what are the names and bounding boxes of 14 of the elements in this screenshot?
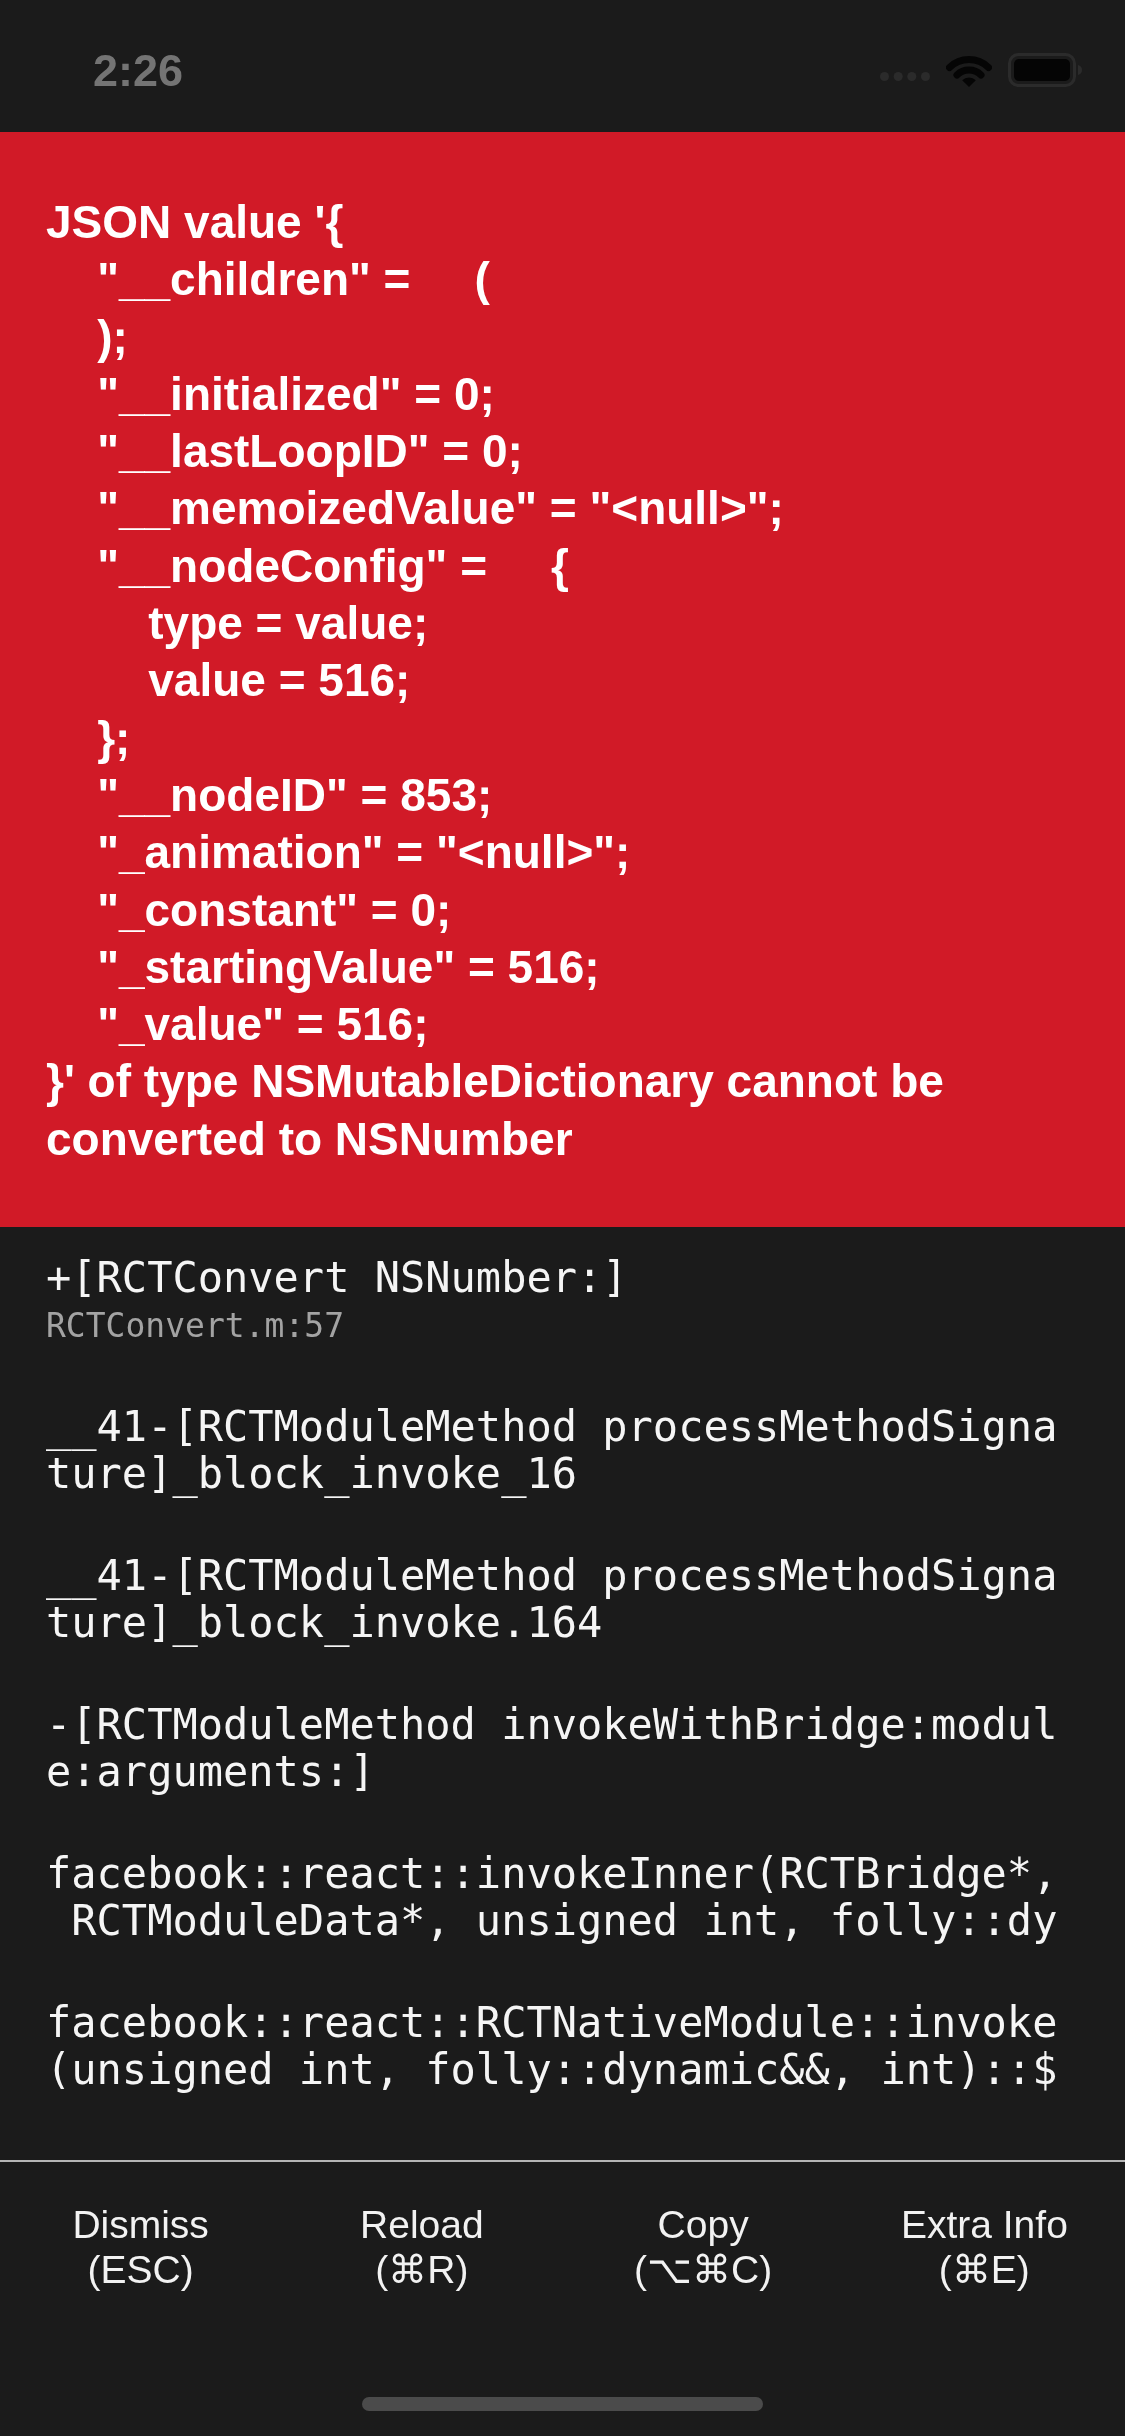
stack-frame-method[interactable]: facebook::react::invokeInner(RCTBridge*, RCTModuleData*, unsigned int, folly::dy [46,1850,1079,1945]
extra-info-button[interactable]: Extra Info (⌘E) [900,2202,1068,2292]
error-message: JSON value '{ "__children" = ( ); "__initialized" = 0; "__lastLoopID" = 0; "__memoizedValue" = "<null>"; "__nodeConfig" = { type = value; value = 516; }; "__nodeID" = 853; "_animation" = "<null>"; "_constant" = 0; "_startingValue" = 516; "_value" = 516; }' of type NSMutableDictionary cannot be converted to NSNumber [46,195,945,1167]
dismiss-button[interactable]: Dismiss (ESC) [72,2202,209,2292]
battery-icon [1008,53,1082,87]
source-location: RCTConvert.m:57 [46,1305,344,1348]
stack-frame-method[interactable]: __41-[RCTModuleMethod processMethodSignature]_block_invoke.164 [46,1552,1079,1647]
status-time: 2:26 [93,47,184,93]
stack-frame-method[interactable]: -[RCTModuleMethod invokeWithBridge:module:arguments:] [46,1701,1079,1796]
stack-frame-method[interactable]: +[RCTConvert NSNumber:] [46,1254,628,1302]
copy-button[interactable]: Copy (⌥⌘C) [634,2202,773,2292]
reload-button[interactable]: Reload (⌘R) [360,2202,484,2292]
stack-frame-method[interactable]: facebook::react::RCTNativeModule::invoke(unsigned int, folly::dynamic&&, int)::$ [46,1999,1079,2094]
stack-frame-method[interactable]: __41-[RCTModuleMethod processMethodSignature]_block_invoke_16 [46,1403,1079,1498]
